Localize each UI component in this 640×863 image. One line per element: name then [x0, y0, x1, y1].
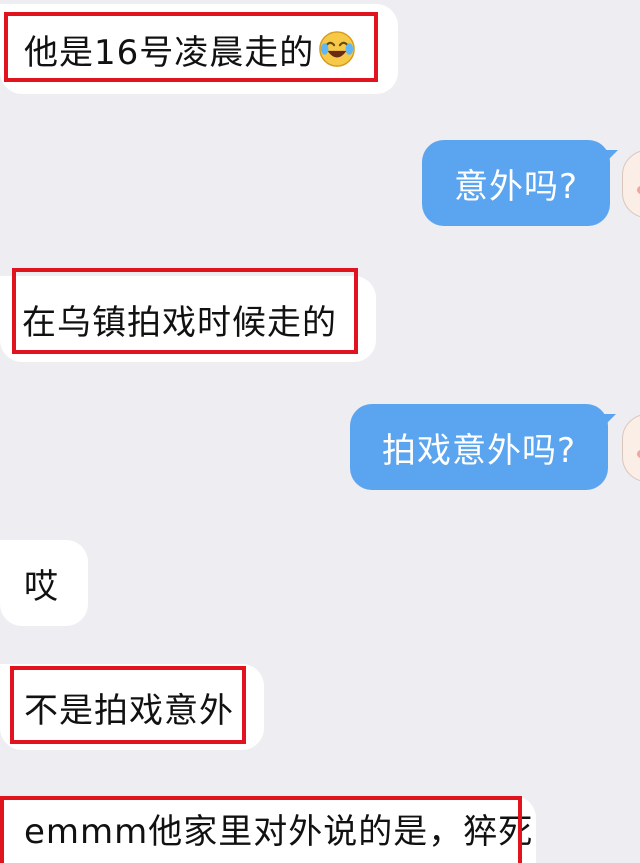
chat-conversation: 他是16号凌晨走的 意外吗? 在乌镇拍戏时候走的 拍戏意外吗? 哎 不是拍戏意外… — [0, 0, 640, 863]
message-text: emmm他家里对外说的是，猝死 — [24, 812, 534, 852]
user-avatar[interactable] — [622, 414, 640, 482]
outgoing-message-bubble[interactable]: 拍戏意外吗? — [350, 404, 608, 490]
outgoing-bubble-tail — [604, 414, 616, 426]
message-text: 哎 — [24, 566, 59, 607]
message-text: 意外吗? — [453, 166, 579, 207]
laugh-cry-emoji-icon — [319, 31, 356, 67]
message-text: 他是16号凌晨走的 — [24, 32, 315, 73]
user-avatar[interactable] — [622, 150, 640, 218]
incoming-message-bubble[interactable]: 不是拍戏意外 — [0, 664, 264, 750]
message-text: 不是拍戏意外 — [24, 690, 234, 731]
incoming-message-bubble[interactable]: 他是16号凌晨走的 — [0, 4, 398, 94]
message-text: 拍戏意外吗? — [381, 430, 577, 471]
incoming-message-bubble[interactable]: 哎 — [0, 540, 88, 626]
outgoing-bubble-tail — [606, 150, 618, 162]
outgoing-message-bubble[interactable]: 意外吗? — [422, 140, 610, 226]
incoming-message-bubble[interactable]: 在乌镇拍戏时候走的 — [0, 276, 376, 362]
incoming-message-bubble[interactable]: emmm他家里对外说的是，猝死 — [0, 796, 536, 863]
message-text: 在乌镇拍戏时候走的 — [22, 302, 337, 343]
